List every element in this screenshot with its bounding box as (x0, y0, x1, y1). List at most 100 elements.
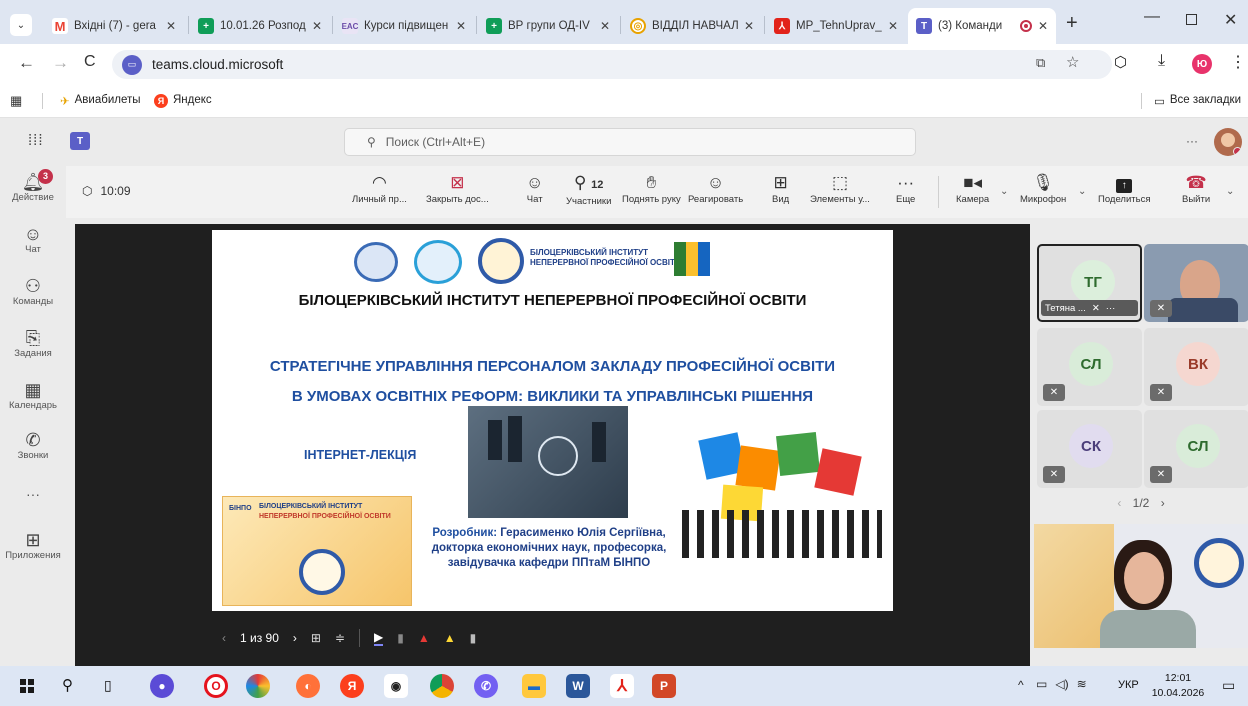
browser-tab[interactable]: ⅄ MP_TehnUprav_ ✕ (766, 8, 906, 44)
bookmark-item[interactable]: ✈ Авиабилеты (60, 94, 141, 108)
forward-button[interactable]: → (52, 53, 69, 73)
media-app-icon[interactable]: ◉ (384, 674, 408, 698)
close-icon[interactable]: ✕ (600, 19, 610, 33)
volume-icon[interactable]: ◁) (1055, 677, 1068, 691)
apps-grid-icon[interactable]: ▦ (10, 93, 22, 109)
leave-button[interactable]: ☎︎ Выйти (1182, 172, 1210, 205)
window-close-button[interactable]: ✕ (1224, 10, 1237, 30)
rail-item-activity[interactable]: 🔔︎ Действие 3 (0, 169, 66, 203)
participant-tile[interactable]: СК ✕ (1037, 410, 1142, 488)
browser-tab[interactable]: + 10.01.26 Розпод ✕ (190, 8, 330, 44)
browser-tab-active[interactable]: T (3) Команди ✕ (908, 8, 1056, 44)
meeting-apps-button[interactable]: ⬚ Элементы у... (810, 172, 870, 205)
browser-tab[interactable]: M Вхідні (7) - gera ✕ (44, 8, 184, 44)
close-icon[interactable]: ✕ (1038, 19, 1048, 33)
reload-button[interactable]: C (84, 53, 96, 71)
start-button[interactable] (20, 679, 34, 693)
browser-tab[interactable]: EAC Курси підвищен ✕ (334, 8, 474, 44)
task-view-icon[interactable]: ▯ (104, 677, 112, 694)
participant-tile[interactable]: ТГ Тетяна ... ✕ ··· (1037, 244, 1142, 322)
tab-search-button[interactable]: ⌄ (10, 14, 32, 36)
rail-item-chat[interactable]: ☺ Чат (0, 224, 66, 255)
rail-item-assignments[interactable]: ⎘ Задания (0, 328, 66, 359)
react-button[interactable]: ☺ Реагировать (688, 172, 743, 205)
notifications-icon[interactable]: ▭ (1222, 677, 1235, 694)
maximize-button[interactable] (1186, 14, 1197, 25)
settings-more-button[interactable]: ··· (1186, 134, 1198, 148)
url-field[interactable]: ▭ teams.cloud.microsoft (112, 50, 1112, 79)
close-icon[interactable]: ✕ (744, 19, 754, 33)
participant-tile-video[interactable]: ✕ (1144, 244, 1248, 322)
leave-options-chevron[interactable]: ⌄ (1226, 186, 1234, 197)
rail-item-calendar[interactable]: ▦ Календарь (0, 380, 66, 411)
word-icon[interactable]: W (566, 674, 590, 698)
wifi-icon[interactable]: ≋ (1077, 677, 1087, 691)
viber-icon[interactable]: ✆ (474, 674, 498, 698)
close-icon[interactable]: ✕ (166, 19, 176, 33)
presenter-video[interactable] (1034, 524, 1248, 648)
stop-sharing-button[interactable]: ⊠ Закрыть дос... (426, 172, 489, 205)
previous-page-button[interactable]: ‹ (1117, 496, 1121, 510)
more-actions-button[interactable]: ··· Еще (896, 172, 915, 205)
participants-button[interactable]: ⚲ 12 Участники (566, 172, 611, 207)
browser-tab[interactable]: + ВР групи ОД-IV ✕ (478, 8, 618, 44)
tray-expand-icon[interactable]: ^ (1018, 678, 1024, 692)
language-indicator[interactable]: УКР (1118, 679, 1139, 691)
all-bookmarks-button[interactable]: ▭ Все закладки (1154, 94, 1241, 108)
previous-slide-button[interactable]: ‹ (222, 631, 226, 645)
rail-item-apps[interactable]: ⊞ Приложения (0, 530, 66, 561)
app-launcher-icon[interactable]: ⁞⁞⁞ (28, 132, 44, 149)
search-input[interactable]: ⚲ Поиск (Ctrl+Alt+E) (344, 128, 916, 156)
participant-tile[interactable]: СЛ ✕ (1144, 410, 1248, 488)
pointer-tool-icon[interactable]: ▶ (374, 630, 384, 646)
more-icon[interactable]: ··· (1106, 303, 1116, 314)
user-avatar[interactable] (1214, 128, 1242, 156)
camera-options-chevron[interactable]: ⌄ (1000, 186, 1008, 197)
browser-menu-icon[interactable]: ⋮ (1230, 52, 1246, 72)
close-icon[interactable]: ✕ (456, 19, 466, 33)
close-icon[interactable]: ✕ (888, 19, 898, 33)
bookmark-star-icon[interactable]: ☆ (1066, 53, 1079, 71)
browser-app-icon[interactable] (246, 674, 270, 698)
next-page-button[interactable]: › (1161, 496, 1165, 510)
back-button[interactable]: ← (18, 53, 35, 73)
participant-tile[interactable]: ВК ✕ (1144, 328, 1248, 406)
download-icon[interactable]: ⤓ (1158, 52, 1165, 70)
new-tab-button[interactable]: + (1066, 12, 1078, 35)
file-explorer-icon[interactable]: ▬ (522, 674, 546, 698)
acrobat-icon[interactable]: ⅄ (610, 674, 634, 698)
battery-icon[interactable]: ▭ (1036, 677, 1047, 691)
laser-pointer-icon[interactable]: ▮ (397, 631, 404, 645)
clock[interactable]: 12:01 10.04.2026 (1150, 671, 1206, 701)
bookmark-item[interactable]: Я Яндекс (154, 94, 212, 108)
grid-view-icon[interactable]: ⊞ (311, 631, 321, 645)
raise-hand-button[interactable]: ✋︎ Поднять руку (622, 172, 681, 205)
mic-options-chevron[interactable]: ⌄ (1078, 186, 1086, 197)
rail-item-more[interactable]: ··· (0, 486, 66, 502)
browser-tab[interactable]: ◎ ВІДДІЛ НАВЧАЛ ✕ (622, 8, 762, 44)
profile-avatar[interactable]: Ю (1192, 54, 1212, 74)
chat-button[interactable]: ☺ Чат (526, 172, 543, 205)
minimize-button[interactable]: — (1144, 8, 1160, 26)
microphone-button[interactable]: 🎙︎ Микрофон (1020, 172, 1066, 205)
pen-tool-icon[interactable]: ▲ (418, 631, 430, 645)
yandex-browser-icon[interactable]: Я (340, 674, 364, 698)
camera-button[interactable]: ■◂ Камера (956, 172, 989, 205)
chrome-icon[interactable] (430, 674, 454, 698)
eraser-tool-icon[interactable]: ▮ (470, 631, 477, 645)
extensions-icon[interactable]: ⬡ (1114, 53, 1127, 71)
search-icon[interactable]: ⚲ (62, 676, 73, 694)
rail-item-teams[interactable]: ⚇ Команды (0, 276, 66, 307)
install-app-icon[interactable]: ⧉ (1036, 55, 1045, 71)
firefox-icon[interactable]: ◐ (296, 674, 320, 698)
taskbar-app-icon[interactable]: ● (150, 674, 174, 698)
powerpoint-icon[interactable]: P (652, 674, 676, 698)
next-slide-button[interactable]: › (293, 631, 297, 645)
settings-sliders-icon[interactable]: ≑ (335, 631, 345, 645)
highlighter-tool-icon[interactable]: ▲ (444, 631, 456, 645)
view-button[interactable]: ⊞ Вид (772, 172, 789, 205)
rail-item-calls[interactable]: ✆ Звонки (0, 430, 66, 461)
participant-tile[interactable]: СЛ ✕ (1037, 328, 1142, 406)
site-info-icon[interactable]: ▭ (122, 54, 142, 75)
opera-icon[interactable]: O (204, 674, 228, 698)
